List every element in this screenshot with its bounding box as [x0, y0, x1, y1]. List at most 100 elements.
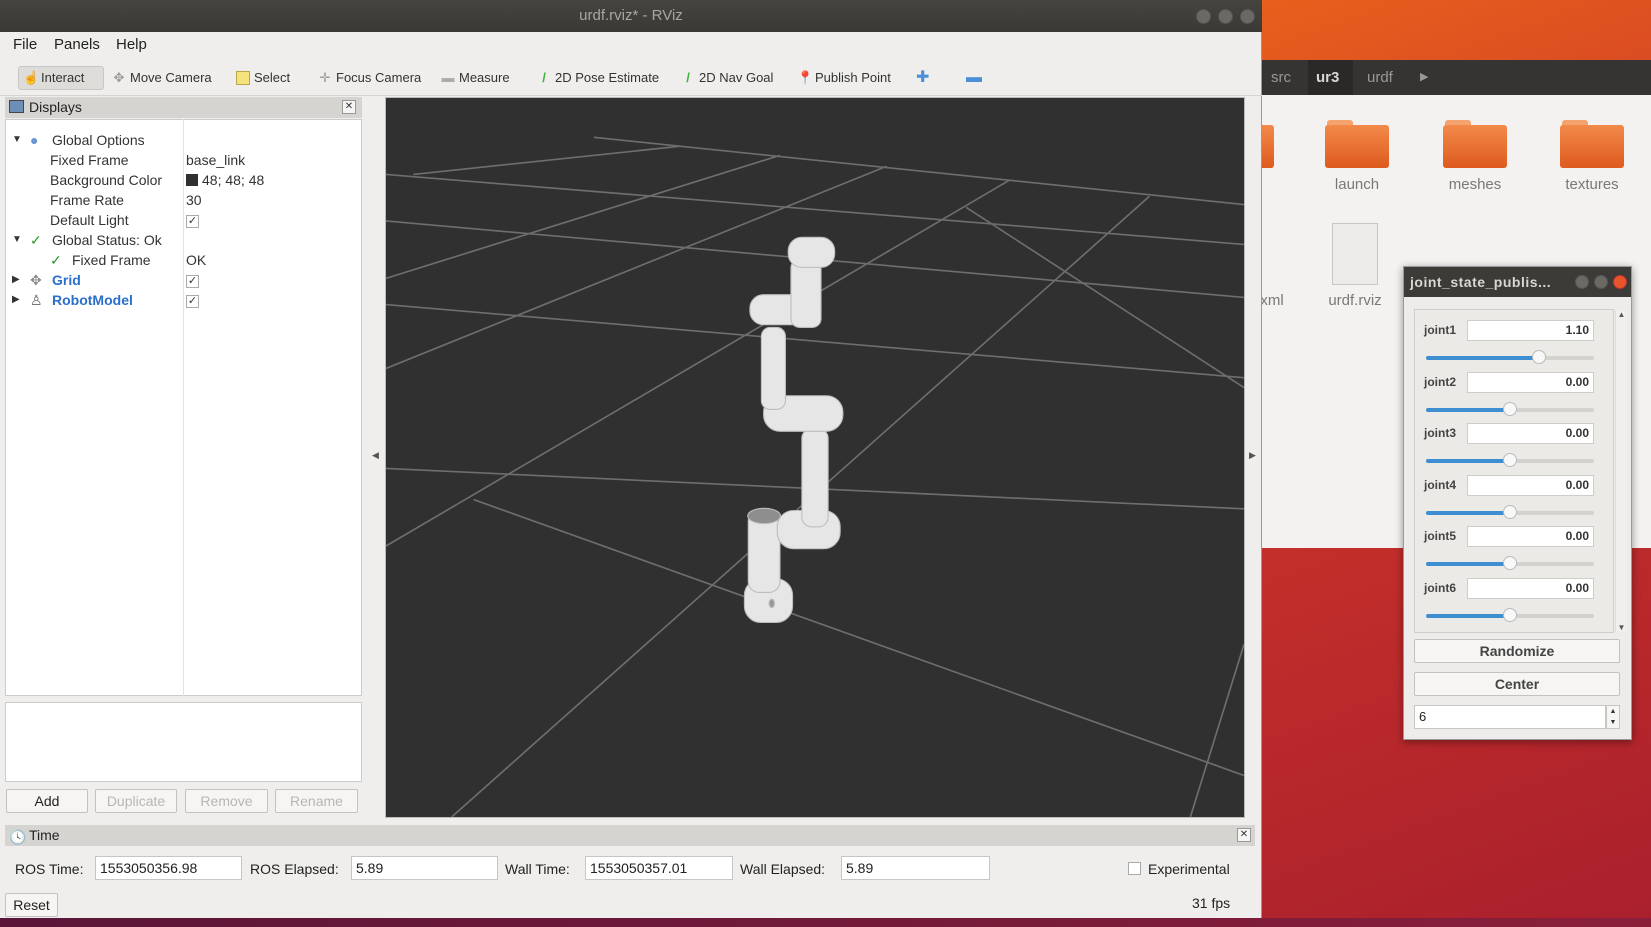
joint-slider[interactable]: [1426, 453, 1594, 467]
fps-readout: 31 fps: [1192, 895, 1231, 911]
slider-handle[interactable]: [1503, 453, 1517, 467]
add-tool-button[interactable]: ✚: [912, 66, 933, 90]
joint-value-field[interactable]: 0.00: [1467, 474, 1594, 496]
menu-help[interactable]: Help: [116, 36, 147, 53]
joint-value-field[interactable]: 1.10: [1467, 320, 1594, 341]
crumb-ur3[interactable]: ur3: [1316, 60, 1339, 95]
tool-select[interactable]: Select: [232, 66, 294, 90]
joint-label: joint3: [1424, 426, 1456, 440]
expand-arrow-icon: ▼: [12, 234, 22, 245]
joints-scroll-area: ▲ ▼ joint1 1.10 joint2 0.00 joint3 0.00 joint4 0…: [1414, 309, 1627, 633]
slider-fill: [1426, 407, 1510, 412]
ros-time-field[interactable]: 1553050356.98: [95, 856, 242, 880]
monitor-icon: [9, 100, 24, 113]
joint-value-field[interactable]: 0.00: [1467, 371, 1594, 393]
vertical-scrollbar[interactable]: ▲ ▼: [1615, 310, 1627, 632]
joint-slider[interactable]: [1426, 607, 1594, 622]
wall-time-field[interactable]: 1553050357.01: [585, 856, 733, 880]
focus-camera-icon: ✛: [319, 70, 331, 85]
tool-publish-point[interactable]: 📍 Publish Point: [793, 66, 895, 90]
slider-fill: [1426, 459, 1510, 463]
close-icon[interactable]: ✕: [1237, 828, 1251, 842]
crumb-urdf[interactable]: urdf: [1367, 60, 1393, 95]
file-icon[interactable]: [1332, 223, 1378, 285]
minimize-button[interactable]: [1196, 9, 1211, 24]
tool-2d-nav-goal[interactable]: /2D Nav Goal: [677, 66, 777, 90]
tool-focus-camera[interactable]: ✛ Focus Camera: [314, 66, 425, 90]
collapse-arrow-icon: ▶: [12, 294, 20, 305]
joint-label: joint2: [1424, 374, 1456, 389]
menu-file[interactable]: File: [13, 36, 37, 53]
joint-count-spinbox[interactable]: 6: [1414, 705, 1606, 729]
tool-2d-pose-estimate[interactable]: /2D Pose Estimate: [533, 66, 663, 90]
crumb-forward-icon[interactable]: ▶: [1420, 60, 1428, 95]
maximize-button[interactable]: [1218, 9, 1233, 24]
joint-slider[interactable]: [1426, 350, 1594, 364]
collapse-right-icon[interactable]: ▶: [1249, 450, 1256, 461]
experimental-checkbox[interactable]: [1128, 862, 1141, 875]
add-button[interactable]: Add: [6, 789, 88, 813]
tool-measure[interactable]: ▬ Measure: [437, 66, 514, 90]
duplicate-button[interactable]: Duplicate: [95, 789, 177, 813]
displays-panel-header: Displays ✕: [5, 97, 362, 118]
map-pin-icon: 📍: [797, 70, 814, 85]
joint-value-field[interactable]: 0.00: [1467, 423, 1594, 444]
slider-handle[interactable]: [1503, 607, 1517, 622]
menu-bar: File Panels Help: [0, 32, 1262, 58]
tool-move-camera[interactable]: ✥ Move Camera: [108, 66, 216, 90]
3d-viewport[interactable]: [385, 97, 1245, 818]
joint-state-publisher-window: joint_state_publis... ▲ ▼ joint1 1.10 joint…: [1403, 266, 1632, 740]
joint-label: joint1: [1424, 323, 1456, 337]
folder-textures[interactable]: [1560, 120, 1624, 168]
globe-icon: ●: [30, 132, 39, 148]
clock-icon: 🕓: [9, 829, 27, 845]
joint-value-field[interactable]: 0.00: [1467, 526, 1594, 547]
ros-elapsed-label: ROS Elapsed:: [250, 861, 339, 877]
check-icon: ✓: [30, 232, 42, 248]
slider-handle[interactable]: [1503, 504, 1517, 519]
remove-button[interactable]: Remove: [185, 789, 268, 813]
hand-icon: ☝: [23, 70, 40, 85]
joint-slider[interactable]: [1426, 504, 1594, 519]
slider-fill: [1426, 562, 1510, 566]
remove-tool-button[interactable]: ▬: [962, 66, 986, 90]
joint-label: joint4: [1424, 477, 1456, 492]
joint-value-field[interactable]: 0.00: [1467, 577, 1594, 599]
joint-slider[interactable]: [1426, 401, 1594, 416]
crumb-src[interactable]: src: [1271, 60, 1291, 95]
minimize-button[interactable]: [1575, 275, 1589, 289]
center-button[interactable]: Center: [1414, 672, 1620, 696]
grid-checkbox[interactable]: ✓: [186, 274, 199, 288]
randomize-button[interactable]: Randomize: [1414, 639, 1620, 663]
folder-launch[interactable]: [1325, 120, 1389, 168]
robot-arm-model: [743, 236, 844, 624]
joint-slider[interactable]: [1426, 556, 1594, 570]
column-divider: [183, 119, 184, 696]
folder-label: textures: [1565, 176, 1619, 193]
minus-icon: ▬: [966, 69, 982, 86]
slider-handle[interactable]: [1531, 350, 1546, 364]
robotmodel-checkbox[interactable]: ✓: [186, 294, 199, 308]
maximize-button[interactable]: [1594, 275, 1608, 289]
green-arrow-icon: /: [542, 70, 546, 85]
rename-button[interactable]: Rename: [275, 789, 358, 813]
ros-elapsed-field[interactable]: 5.89: [351, 856, 498, 880]
tool-interact[interactable]: ☝ Interact: [18, 66, 104, 90]
time-panel-header: 🕓 Time ✕: [5, 825, 1255, 846]
spinbox-arrows-icon[interactable]: ▲ ▼: [1606, 705, 1620, 729]
wall-elapsed-field[interactable]: 5.89: [841, 856, 990, 880]
slider-handle[interactable]: [1503, 401, 1517, 416]
close-icon[interactable]: ✕: [342, 100, 356, 114]
slider-fill: [1426, 613, 1510, 618]
folder-meshes[interactable]: [1443, 120, 1507, 168]
collapse-left-icon[interactable]: ◀: [372, 450, 379, 461]
close-button[interactable]: [1240, 9, 1255, 24]
close-button[interactable]: [1613, 275, 1627, 289]
default-light-checkbox[interactable]: ✓: [186, 214, 199, 228]
grid-icon: ✥: [30, 272, 42, 288]
reset-button[interactable]: Reset: [5, 893, 58, 917]
slider-handle[interactable]: [1503, 556, 1517, 570]
color-swatch[interactable]: [186, 174, 198, 186]
folder-label: launch: [1334, 176, 1380, 193]
menu-panels[interactable]: Panels: [54, 36, 100, 53]
